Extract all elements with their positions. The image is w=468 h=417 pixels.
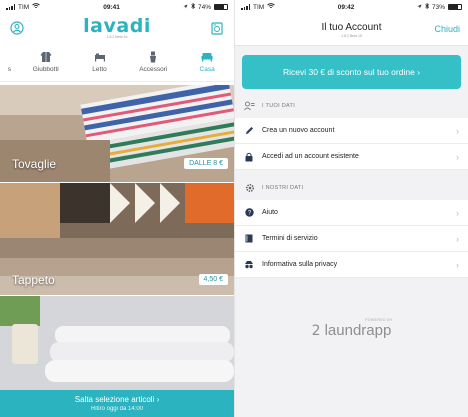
category-icon xyxy=(3,51,15,63)
nav-bar: Il tuo Account 1.8.2 Beta 16 Chiudi xyxy=(235,14,468,46)
row-label: Termini di servizio xyxy=(262,235,318,242)
profile-icon[interactable] xyxy=(8,19,26,37)
category-bar: s Giubbotti Letto Accessori Casa xyxy=(0,42,234,82)
category-label: Giubbotti xyxy=(32,65,59,73)
carrier-label: TIM xyxy=(18,3,30,11)
section-title: I TUOI DATI xyxy=(262,103,296,109)
carrier-label: TIM xyxy=(253,3,265,11)
product-tile-tappeto[interactable]: Tappeto 4,50 € xyxy=(0,183,234,295)
page-title-text: Il tuo Account xyxy=(321,21,382,33)
status-time: 09:42 xyxy=(337,3,355,11)
laundrapp-logo-icon: 2 xyxy=(311,322,321,339)
app-logo: lavadi 1.8.2 Beta 16 xyxy=(83,15,151,40)
promo-label: Ricevi 30 € di sconto sul tuo ordine › xyxy=(282,67,421,77)
category-item-partial[interactable]: s xyxy=(0,42,19,81)
home-screen: TIM 09:41 74% lavadi 1.8.2 Beta 16 s Giu… xyxy=(0,0,234,417)
category-label: Letto xyxy=(92,65,107,73)
chevron-right-icon: › xyxy=(456,125,459,136)
category-item-giubbotti[interactable]: Giubbotti xyxy=(19,42,73,81)
privacy-icon xyxy=(244,260,254,270)
user-data-icon xyxy=(244,101,255,112)
logo-text: lavadi xyxy=(83,15,151,37)
close-button[interactable]: Chiudi xyxy=(434,24,460,34)
category-item-letto[interactable]: Letto xyxy=(73,42,127,81)
product-tile-asciugamani[interactable] xyxy=(0,296,234,390)
bed-icon xyxy=(94,51,106,63)
lock-icon xyxy=(244,152,254,162)
category-label: Casa xyxy=(199,65,215,73)
tile-label: Tovaglie xyxy=(12,157,57,171)
jacket-icon xyxy=(40,51,52,63)
status-bar: TIM 09:41 74% xyxy=(0,0,234,14)
cta-sublabel: Ritiro oggi da 14:00 xyxy=(90,406,144,412)
signal-icon xyxy=(241,4,250,10)
price-badge: DALLE 8 € xyxy=(184,158,228,169)
wifi-icon xyxy=(32,3,40,11)
section-title: I NOSTRI DATI xyxy=(262,185,304,191)
skip-selection-button[interactable]: Salta selezione articoli › Ritiro oggi d… xyxy=(0,390,234,417)
privacy-row[interactable]: Informativa sulla privacy › xyxy=(235,252,468,278)
page-title: Il tuo Account 1.8.2 Beta 16 xyxy=(321,22,381,38)
category-label: Accessori xyxy=(139,65,168,73)
battery-icon xyxy=(448,4,462,10)
row-label: Informativa sulla privacy xyxy=(262,261,338,268)
location-icon xyxy=(417,4,422,11)
row-label: Accedi ad un account esistente xyxy=(262,153,359,160)
section-header-your-data: I TUOI DATI xyxy=(235,94,468,118)
row-label: Crea un nuovo account xyxy=(262,127,335,134)
tile-label: Tappeto xyxy=(12,273,55,287)
create-account-row[interactable]: Crea un nuovo account › xyxy=(235,118,468,144)
status-time: 09:41 xyxy=(103,3,120,11)
chevron-right-icon: › xyxy=(456,259,459,270)
pencil-icon xyxy=(244,126,254,136)
app-header: lavadi 1.8.2 Beta 16 xyxy=(0,14,234,42)
location-icon xyxy=(183,4,188,11)
battery-label: 74% xyxy=(197,3,211,11)
bluetooth-icon xyxy=(425,2,430,11)
category-item-casa[interactable]: Casa xyxy=(180,42,234,81)
help-icon: ? xyxy=(244,208,254,218)
terms-row[interactable]: Termini di servizio › xyxy=(235,226,468,252)
basket-icon[interactable] xyxy=(208,19,226,37)
brand-name: 2 laundrapp xyxy=(312,322,392,339)
brand-text: laundrapp xyxy=(324,322,392,339)
promo-button[interactable]: Ricevi 30 € di sconto sul tuo ordine › xyxy=(242,55,461,89)
gear-icon xyxy=(244,183,255,194)
app-version: 1.8.2 Beta 16 xyxy=(341,33,362,38)
book-icon xyxy=(244,234,254,244)
app-version: 1.8.2 Beta 16 xyxy=(106,35,128,39)
chevron-right-icon: › xyxy=(456,151,459,162)
battery-label: 73% xyxy=(431,3,445,11)
category-item-accessori[interactable]: Accessori xyxy=(126,42,180,81)
sofa-icon xyxy=(201,51,213,63)
chevron-right-icon: › xyxy=(456,207,459,218)
powered-by-logo: POWERED BY 2 laundrapp xyxy=(235,318,468,339)
bluetooth-icon xyxy=(191,2,196,11)
accessories-icon xyxy=(147,51,159,63)
price-badge: 4,50 € xyxy=(198,274,228,285)
section-header-our-data: I NOSTRI DATI xyxy=(235,176,468,200)
help-row[interactable]: ? Aiuto › xyxy=(235,200,468,226)
product-tile-tovaglie[interactable]: Tovaglie DALLE 8 € xyxy=(0,85,234,182)
status-bar: TIM 09:42 73% xyxy=(235,0,468,14)
category-label: s xyxy=(7,65,12,73)
login-row[interactable]: Accedi ad un account esistente › xyxy=(235,144,468,170)
row-label: Aiuto xyxy=(262,209,278,216)
cta-label: Salta selezione articoli › xyxy=(74,395,160,404)
wifi-icon xyxy=(267,3,275,11)
battery-icon xyxy=(214,4,228,10)
signal-icon xyxy=(6,4,15,10)
towels-image xyxy=(0,296,234,390)
chevron-right-icon: › xyxy=(456,233,459,244)
account-screen: TIM 09:42 73% Il tuo Account 1.8.2 Beta … xyxy=(234,0,468,417)
